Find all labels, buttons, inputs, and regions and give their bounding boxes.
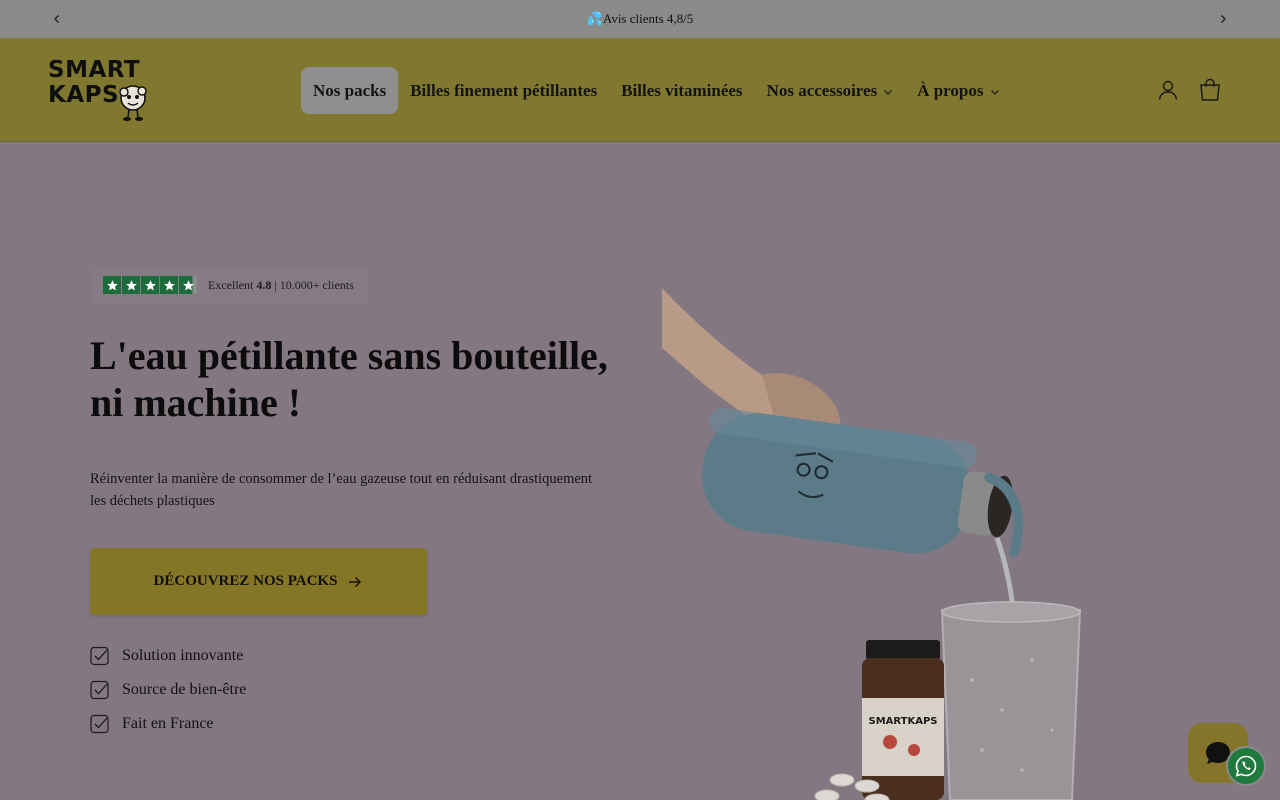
announcement-prev-button[interactable] — [47, 9, 67, 29]
account-icon — [1158, 80, 1178, 100]
nav-item-label: Nos packs — [313, 80, 387, 100]
cta-label: DÉCOUVREZ NOS PACKS — [153, 573, 338, 589]
site-header: SMART KAPS Nos packs Billes finement pét… — [0, 38, 1280, 142]
smartkaps-logo[interactable]: SMART KAPS — [48, 57, 152, 125]
chevron-down-icon — [884, 90, 893, 95]
trustpilot-rating-badge[interactable]: Excellent 4.8 | 10.000+ clients — [90, 266, 368, 304]
nav-item-label: Nos accessoires — [766, 80, 878, 100]
announcement-message[interactable]: 💦Avis clients 4,8/5 — [587, 11, 694, 27]
star-half-icon — [179, 276, 197, 294]
hero-product-image: SMARTKAPS — [662, 288, 1082, 800]
main-nav: Nos packs Billes finement pétillantes Bi… — [301, 67, 1012, 114]
list-item: Source de bien-être — [90, 678, 246, 702]
announcement-text: 💦Avis clients 4,8/5 — [586, 11, 694, 26]
feature-text: Fait en France — [122, 715, 214, 732]
star-icon — [122, 276, 140, 294]
svg-text:SMARTKAPS: SMARTKAPS — [869, 716, 938, 727]
whatsapp-icon — [1235, 755, 1257, 777]
rating-stars — [103, 276, 197, 294]
hero-subtitle: Réinventer la manière de consommer de l’… — [90, 471, 593, 509]
cart-icon — [1200, 78, 1220, 101]
list-item: Fait en France — [90, 712, 246, 736]
feature-text: Solution innovante — [122, 647, 244, 664]
whatsapp-button[interactable] — [1226, 746, 1266, 786]
cart-button[interactable] — [1198, 78, 1222, 102]
announcement-bar: 💦Avis clients 4,8/5 — [0, 0, 1280, 38]
logo-word-kaps: KAPS — [48, 82, 120, 108]
nav-item-label: Billes finement pétillantes — [410, 80, 598, 100]
arrow-right-icon — [349, 576, 362, 587]
nav-item-a-propos[interactable]: À propos — [905, 67, 1011, 114]
checkbox-check-icon — [90, 646, 109, 666]
announcement-next-button[interactable] — [1213, 9, 1233, 29]
nav-item-billes-vitaminees[interactable]: Billes vitaminées — [609, 67, 754, 114]
chevron-right-icon — [1221, 15, 1226, 23]
checkbox-check-icon — [90, 680, 109, 700]
rating-suffix: | 10.000+ clients — [271, 277, 354, 292]
star-icon — [160, 276, 178, 294]
nav-item-accessoires[interactable]: Nos accessoires — [755, 67, 906, 114]
logo-word-smart: SMART — [48, 57, 141, 83]
checkbox-check-icon — [90, 714, 109, 734]
star-icon — [103, 276, 121, 294]
star-icon — [141, 276, 159, 294]
feature-list: Solution innovante Source de bien-être F… — [90, 644, 246, 746]
rating-text: Excellent 4.8 | 10.000+ clients — [208, 278, 354, 293]
nav-item-label: À propos — [917, 80, 984, 100]
hero-title: L'eau pétillante sans bouteille, ni mach… — [90, 333, 608, 425]
discover-packs-button[interactable]: DÉCOUVREZ NOS PACKS — [90, 548, 427, 615]
nav-item-billes-petillantes[interactable]: Billes finement pétillantes — [398, 67, 609, 114]
chevron-down-icon — [990, 90, 999, 95]
rating-prefix: Excellent — [208, 277, 257, 292]
nav-item-nos-packs[interactable]: Nos packs — [301, 67, 399, 114]
list-item: Solution innovante — [90, 644, 246, 668]
rating-score: 4.8 — [256, 277, 272, 292]
mascot-icon — [119, 85, 147, 121]
nav-item-label: Billes vitaminées — [621, 80, 743, 100]
account-button[interactable] — [1156, 78, 1180, 102]
chevron-left-icon — [54, 15, 59, 23]
feature-text: Source de bien-être — [122, 681, 247, 698]
